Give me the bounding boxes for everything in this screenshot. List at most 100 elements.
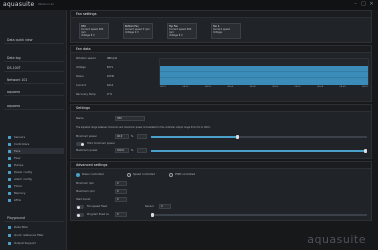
min-power-input[interactable]: 40.0 xyxy=(115,134,129,139)
fan-box-line: Voltage xyxy=(213,31,239,34)
sidebar-sub-label: Power config xyxy=(14,170,32,174)
chart-tick: 08:08 xyxy=(317,86,324,88)
max-power-label: Maximum power xyxy=(76,149,98,152)
power-controlled-radio[interactable] xyxy=(76,173,80,177)
max-power-stepper[interactable] xyxy=(137,148,147,153)
sidebar-sub-label: Data filter xyxy=(14,225,29,229)
slider-handle[interactable] xyxy=(364,149,367,153)
fan-settings-panel: Fan settings CPU Current speed 480 rpm V… xyxy=(70,10,372,43)
advanced-settings-panel: Advanced settings Power controlled Speed… xyxy=(70,161,372,221)
fan-speed-label: Fan speed fixed xyxy=(87,205,108,208)
sidebar-sub-quick-ref[interactable]: Quick reference filter xyxy=(8,232,64,238)
program-toggle[interactable] xyxy=(76,213,84,217)
chart-tick: 08:03 xyxy=(204,86,211,88)
sidebar-sub-leds[interactable]: LEDs xyxy=(8,197,64,203)
sidebar-sub-label: LEDs xyxy=(14,198,21,202)
fan-box-label: Voltage xyxy=(169,34,178,37)
sidebar-sub-fans[interactable]: Fans xyxy=(8,148,64,154)
reference-icon xyxy=(8,233,11,237)
sidebar-sub-label: Controllers xyxy=(14,142,30,146)
main-content: Fan settings CPU Current speed 480 rpm V… xyxy=(70,10,372,250)
panel-title: Fan data xyxy=(71,46,371,53)
adv-row-label: Maximum rpm xyxy=(76,190,95,193)
max-rpm-input[interactable]: 0 xyxy=(115,189,127,194)
flow-icon xyxy=(8,156,11,160)
max-power-input[interactable]: 100.0 xyxy=(115,148,129,153)
start-boost-input[interactable]: 0 xyxy=(115,197,127,202)
title-bar: aquasuite Version x.xx – □ × xyxy=(0,0,378,10)
min-rpm-input[interactable]: 0 xyxy=(115,181,127,186)
hold-min-label: Hold minimum power xyxy=(87,142,115,145)
sidebar-sub-label: Pumps xyxy=(14,163,24,167)
fan-box-label: Voltage xyxy=(213,31,222,34)
slider-handle[interactable] xyxy=(235,135,239,139)
mode-label: PWM controlled xyxy=(175,173,196,176)
fan-box-line: Voltage 8 V xyxy=(81,34,107,37)
sidebar-item-data-log[interactable]: Data log xyxy=(4,54,64,62)
sidebar-sub-alarm[interactable]: Alarm config xyxy=(8,176,64,182)
fan-speed-slider[interactable] xyxy=(151,213,367,217)
sidebar-sub-pumps[interactable]: Pumps xyxy=(8,162,64,168)
sidebar-item-ds100t[interactable]: DS-100T xyxy=(4,64,64,72)
fan-box-4[interactable]: Fan 4 Current speed Voltage xyxy=(211,23,241,39)
fan-data-label: Recovery Temp xyxy=(76,93,96,96)
slider-fill xyxy=(151,150,367,152)
fan-box-cpu[interactable]: CPU Current speed 480 rpm Voltage 8 V xyxy=(79,23,109,39)
sidebar-sub-power[interactable]: Power config xyxy=(8,169,64,175)
sensor-input[interactable]: 0 xyxy=(159,204,171,209)
toggle-dot xyxy=(76,205,80,209)
settings-note: The adjusted range between minimum and m… xyxy=(76,126,211,129)
min-power-stepper[interactable] xyxy=(137,134,147,139)
fan-box-value: 8 V xyxy=(178,34,183,37)
panel-title: Settings xyxy=(71,105,371,112)
hold-min-toggle[interactable] xyxy=(76,142,84,146)
sidebar-sub-controllers[interactable]: Controllers xyxy=(8,141,64,147)
sidebar-sub-data-filter[interactable]: Data filter xyxy=(8,224,64,230)
chart-tick: 08:10 xyxy=(361,86,368,88)
output-icon xyxy=(8,241,11,245)
fan-box-label: Voltage xyxy=(125,31,134,34)
fan-data-value: 480 rpm xyxy=(107,57,118,60)
max-power-slider[interactable] xyxy=(151,149,367,153)
fan-box-line: Voltage 8 V xyxy=(169,34,195,37)
sidebar-item-data-quick-view[interactable]: Data quick view xyxy=(4,36,64,44)
sidebar-item-network[interactable]: Network 101 xyxy=(4,76,64,84)
maximize-icon[interactable]: □ xyxy=(360,1,367,8)
sidebar-sub-memory[interactable]: Memory xyxy=(8,190,64,196)
chart-tick: 08:05 xyxy=(249,86,256,88)
sidebar-sub-label: Fans xyxy=(14,149,21,153)
aquasuite-watermark: aquasuite xyxy=(307,233,366,246)
fan-data-label: Power xyxy=(76,75,84,78)
min-power-unit: % xyxy=(131,135,134,138)
fan-box-top[interactable]: Top Fan Current speed 960 rpm Voltage 8 … xyxy=(167,23,197,39)
toggle-dot xyxy=(80,142,84,146)
name-label: Name xyxy=(76,117,84,120)
led-icon xyxy=(8,198,11,202)
minimize-icon[interactable]: – xyxy=(352,1,359,8)
fan-speed-toggle[interactable] xyxy=(76,205,84,209)
sidebar-sub-label: Quick reference filter xyxy=(14,233,44,237)
min-power-slider[interactable] xyxy=(151,135,367,139)
sidebar-item-aquaero[interactable]: aquaero xyxy=(4,88,64,96)
sidebar-item-aquaero-2[interactable]: aquaero xyxy=(4,102,64,110)
slider-handle[interactable] xyxy=(151,213,154,217)
pwm-controlled-radio[interactable] xyxy=(169,173,173,177)
sidebar-sub-flow[interactable]: Flow xyxy=(8,155,64,161)
sidebar: Data quick view Data log DS-100T Network… xyxy=(0,10,67,250)
fan-box-value: 0 rpm xyxy=(142,28,150,31)
sidebar-sub-sensors[interactable]: Sensors xyxy=(8,134,64,140)
fan-speed-input[interactable]: 0 xyxy=(115,212,127,217)
sidebar-item-playground[interactable]: Playground xyxy=(4,214,64,222)
app-window: aquasuite Version x.xx – □ × Data quick … xyxy=(0,0,378,250)
name-input[interactable]: CPU xyxy=(115,116,145,121)
fan-data-value: 0 °C xyxy=(107,93,113,96)
fan-box-bottom[interactable]: Bottom Fan Current speed 0 rpm Voltage 0… xyxy=(123,23,153,39)
speed-controlled-radio[interactable] xyxy=(127,173,131,177)
fan-box-value: 0 V xyxy=(134,31,139,34)
min-power-label: Minimum power xyxy=(76,135,97,138)
slider-fill xyxy=(151,136,238,138)
close-icon[interactable]: × xyxy=(368,1,375,8)
sidebar-sub-timer[interactable]: Timer xyxy=(8,183,64,189)
sensor-label: Sensor xyxy=(145,205,154,208)
sidebar-sub-output[interactable]: Output Support xyxy=(8,240,64,246)
